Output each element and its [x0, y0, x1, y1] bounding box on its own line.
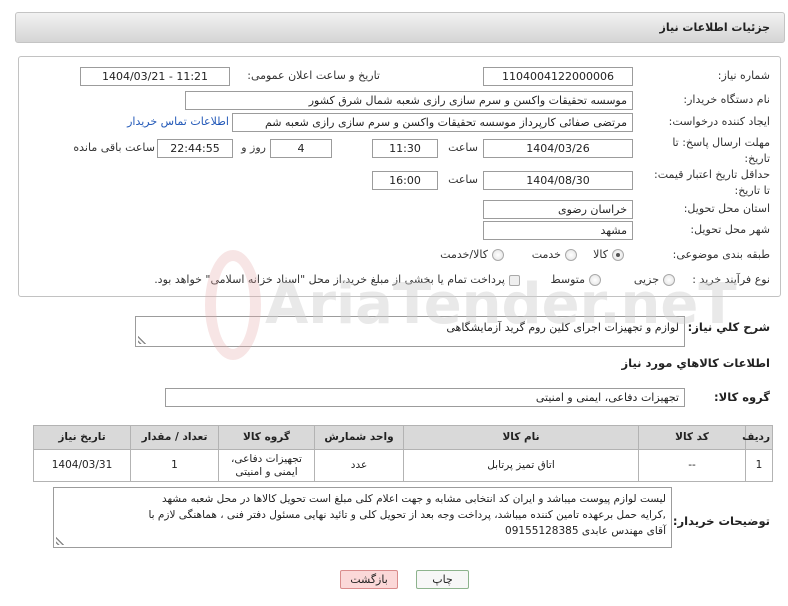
table-row: 1 -- اتاق تمیز پرتابل عدد تجهیزات دفاعی،…	[33, 449, 773, 482]
price-validity-time-label: ساعت	[448, 173, 478, 186]
goods-table: ردیف کد کالا نام کالا واحد شمارش گروه کا…	[33, 425, 773, 482]
treasury-payment-label: پرداخت تمام یا بخشی از مبلغ خرید،از محل …	[154, 273, 505, 286]
category-goods-service-radio[interactable]	[492, 249, 504, 261]
need-number-field: 1104004122000006	[483, 67, 633, 86]
process-medium-label: متوسط	[550, 273, 585, 286]
resize-grip-icon[interactable]	[138, 336, 146, 344]
description-textarea[interactable]: لوازم و تجهیزات اجرای کلین روم گرید آزما…	[135, 316, 685, 347]
process-minor-radio[interactable]	[663, 274, 675, 286]
city-field: مشهد	[483, 221, 633, 240]
cell-row-number: 1	[745, 449, 773, 482]
buyer-org-field: موسسه تحقیقات واکسن و سرم سازی رازی شعبه…	[185, 91, 633, 110]
remaining-time-label: ساعت باقی مانده	[73, 141, 155, 154]
column-header-need-date: تاریخ نیاز	[33, 425, 131, 450]
announce-datetime-field: 1404/03/21 - 11:21	[80, 67, 230, 86]
process-minor-label: جزیی	[633, 273, 659, 286]
buyer-notes-label: توضیحات خریدار:	[672, 514, 770, 528]
category-service-radio[interactable]	[565, 249, 577, 261]
column-header-item-code: کد کالا	[638, 425, 746, 450]
cell-item-group: تجهیزات دفاعی، ایمنی و امنیتی	[218, 449, 315, 482]
description-text: لوازم و تجهیزات اجرای کلین روم گرید آزما…	[446, 321, 679, 334]
treasury-payment-checkbox[interactable]	[509, 275, 520, 286]
page-header: جزئیات اطلاعات نیاز	[15, 12, 785, 43]
response-deadline-time-label: ساعت	[448, 141, 478, 154]
province-label: استان محل تحویل:	[683, 202, 770, 215]
column-header-item-group: گروه کالا	[218, 425, 315, 450]
page-title: جزئیات اطلاعات نیاز	[659, 21, 771, 34]
process-type-label: نوع فرآیند خرید :	[692, 273, 770, 286]
response-deadline-date-field: 1404/03/26	[483, 139, 633, 158]
resize-grip-icon[interactable]	[56, 537, 64, 545]
price-validity-date-field: 1404/08/30	[483, 171, 633, 190]
column-header-quantity: تعداد / مقدار	[130, 425, 219, 450]
response-deadline-label: مهلت ارسال پاسخ: تا تاریخ:	[672, 135, 770, 167]
cell-quantity: 1	[130, 449, 219, 482]
price-validity-label: حداقل تاریخ اعتبار قیمت: تا تاریخ:	[654, 167, 770, 199]
category-goods-service-label: کالا/خدمت	[440, 248, 488, 261]
category-service-label: خدمت	[531, 248, 561, 261]
cell-need-date: 1404/03/31	[33, 449, 131, 482]
remaining-days-label: روز و	[241, 141, 266, 154]
province-field: خراسان رضوی	[483, 200, 633, 219]
column-header-unit: واحد شمارش	[314, 425, 404, 450]
description-label: شرح کلي نياز:	[687, 320, 770, 334]
goods-section-heading: اطلاعات کالاهاي مورد نياز	[621, 356, 770, 370]
column-header-item-name: نام کالا	[403, 425, 639, 450]
buyer-notes-line: لیست لوازم پیوست میباشد و ایران کد انتخا…	[161, 493, 666, 505]
buyer-contact-link[interactable]: اطلاعات تماس خریدار	[127, 114, 229, 130]
column-header-row-number: ردیف	[742, 425, 773, 450]
announce-datetime-label: تاریخ و ساعت اعلان عمومی:	[247, 69, 380, 82]
remaining-days-field: 4	[270, 139, 332, 158]
buyer-notes-textarea[interactable]: لیست لوازم پیوست میباشد و ایران کد انتخا…	[53, 487, 672, 548]
price-validity-time-field: 16:00	[372, 171, 438, 190]
need-number-label: شماره نیاز:	[717, 69, 770, 82]
city-label: شهر محل تحویل:	[690, 223, 770, 236]
buyer-notes-line: ,کرایه حمل برعهده تامین کننده میباشد، پر…	[148, 509, 666, 521]
goods-group-field: تجهیزات دفاعی، ایمنی و امنیتی	[165, 388, 685, 407]
need-details-page: جزئیات اطلاعات نیاز شماره نیاز: 11040041…	[0, 0, 788, 606]
cell-item-code: --	[638, 449, 746, 482]
print-button[interactable]: چاپ	[416, 570, 469, 589]
price-validity-label-line1: حداقل تاریخ اعتبار قیمت:	[654, 168, 770, 181]
remaining-time-field: 22:44:55	[157, 139, 233, 158]
response-deadline-label-line2: تاریخ:	[744, 152, 770, 165]
buyer-org-label: نام دستگاه خریدار:	[683, 93, 770, 106]
category-label: طبقه بندی موضوعی:	[672, 248, 770, 261]
cell-unit: عدد	[314, 449, 404, 482]
goods-table-header-row: ردیف کد کالا نام کالا واحد شمارش گروه کا…	[33, 425, 773, 450]
goods-group-label: گروه کالا:	[714, 390, 770, 404]
price-validity-label-line2: تا تاریخ:	[734, 184, 770, 197]
cell-item-name: اتاق تمیز پرتابل	[403, 449, 639, 482]
category-goods-radio[interactable]	[612, 249, 624, 261]
response-deadline-label-line1: مهلت ارسال پاسخ: تا	[672, 136, 770, 149]
requester-field: مرتضی صفائی کارپرداز موسسه تحقیقات واکسن…	[232, 113, 633, 132]
response-deadline-time-field: 11:30	[372, 139, 438, 158]
requester-label: ایجاد کننده درخواست:	[668, 115, 770, 128]
back-button[interactable]: بازگشت	[340, 570, 398, 589]
buyer-notes-line: آقای مهندس عابدی 09155128385	[505, 525, 666, 537]
category-goods-label: کالا	[593, 248, 608, 261]
process-medium-radio[interactable]	[589, 274, 601, 286]
